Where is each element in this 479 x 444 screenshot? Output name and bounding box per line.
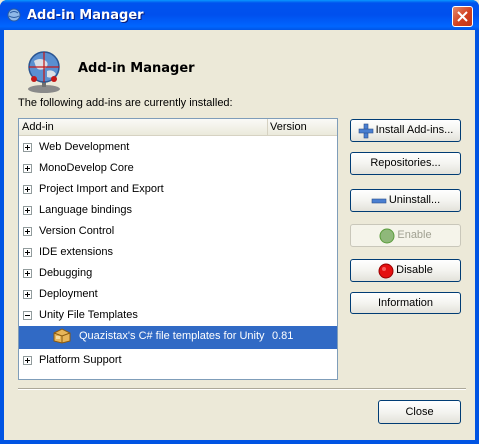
tree-row-debugging[interactable]: Debugging [19, 263, 337, 284]
title-bar[interactable]: Add-in Manager [0, 0, 479, 30]
plus-icon [358, 123, 373, 138]
disable-button[interactable]: Disable [350, 259, 461, 282]
red-circle-icon [378, 263, 394, 278]
tree-row-version: 0.81 [272, 330, 294, 342]
information-button[interactable]: Information [350, 292, 461, 314]
tree-row-label: Unity File Templates [39, 309, 138, 321]
page-title: Add-in Manager [78, 61, 195, 76]
tree-row-monodevelop-core[interactable]: MonoDevelop Core [19, 158, 337, 179]
tree-row-ide-extensions[interactable]: IDE extensions [19, 242, 337, 263]
tree-row-label: Deployment [39, 288, 98, 300]
package-icon [53, 328, 71, 344]
expand-icon[interactable] [23, 248, 32, 257]
dialog-body: Add-in Manager The following add-ins are… [4, 30, 475, 440]
globe-network-icon [28, 51, 60, 93]
tree-row-web-development[interactable]: Web Development [19, 137, 337, 158]
enable-button[interactable]: Enable [350, 224, 461, 247]
tree-row-label: Version Control [39, 225, 115, 237]
expand-icon[interactable] [23, 356, 32, 365]
tree-row-label: IDE extensions [39, 246, 113, 258]
expand-icon[interactable] [23, 269, 32, 278]
separator [18, 388, 466, 390]
tree-row-label: Web Development [39, 141, 130, 153]
minus-icon [371, 198, 387, 203]
repositories-label: Repositories... [370, 157, 441, 169]
install-addins-button[interactable]: Install Add-ins... [350, 119, 461, 142]
tree-row-project-import-export[interactable]: Project Import and Export [19, 179, 337, 200]
expand-icon[interactable] [23, 143, 32, 152]
app-icon [7, 8, 21, 22]
green-circle-icon [379, 228, 395, 243]
expand-icon[interactable] [23, 206, 32, 215]
addin-tree[interactable]: Add-in Version Web Development MonoDevel… [18, 118, 338, 380]
enable-label: Enable [397, 229, 432, 241]
information-label: Information [377, 297, 434, 310]
close-label: Close [405, 406, 434, 419]
tree-row-version-control[interactable]: Version Control [19, 221, 337, 242]
close-icon [457, 11, 468, 22]
uninstall-label: Uninstall... [388, 194, 441, 206]
expand-icon[interactable] [23, 227, 32, 236]
expand-icon[interactable] [23, 164, 32, 173]
tree-row-deployment[interactable]: Deployment [19, 284, 337, 305]
tree-row-label: Language bindings [39, 204, 132, 216]
repositories-button[interactable]: Repositories... [350, 152, 461, 175]
column-header-addin[interactable]: Add-in [19, 119, 268, 136]
window-close-button[interactable] [452, 6, 473, 27]
intro-text: The following add-ins are currently inst… [18, 97, 233, 109]
tree-row-language-bindings[interactable]: Language bindings [19, 200, 337, 221]
expand-icon[interactable] [23, 290, 32, 299]
expand-icon[interactable] [23, 185, 32, 194]
tree-header: Add-in Version [19, 119, 337, 136]
tree-row-quazistax-templates[interactable]: Quazistax's C# file templates for Unity … [19, 326, 337, 349]
tree-row-label: Project Import and Export [39, 183, 164, 195]
tree-row-label: Debugging [39, 267, 93, 279]
collapse-icon[interactable] [23, 311, 32, 320]
tree-row-label: Quazistax's C# file templates for Unity [79, 330, 265, 342]
tree-row-label: MonoDevelop Core [39, 162, 134, 174]
column-header-version[interactable]: Version [269, 119, 337, 136]
window-title: Add-in Manager [27, 8, 144, 23]
window-frame: Add-in Manager Add-in Manager The follow… [0, 0, 479, 444]
tree-row-unity-file-templates[interactable]: Unity File Templates [19, 305, 337, 326]
install-addins-label: Install Add-ins... [375, 124, 454, 136]
disable-label: Disable [396, 264, 433, 276]
uninstall-button[interactable]: Uninstall... [350, 189, 461, 212]
tree-row-platform-support[interactable]: Platform Support [19, 350, 337, 371]
close-button[interactable]: Close [378, 400, 461, 424]
tree-row-label: Platform Support [39, 354, 122, 366]
